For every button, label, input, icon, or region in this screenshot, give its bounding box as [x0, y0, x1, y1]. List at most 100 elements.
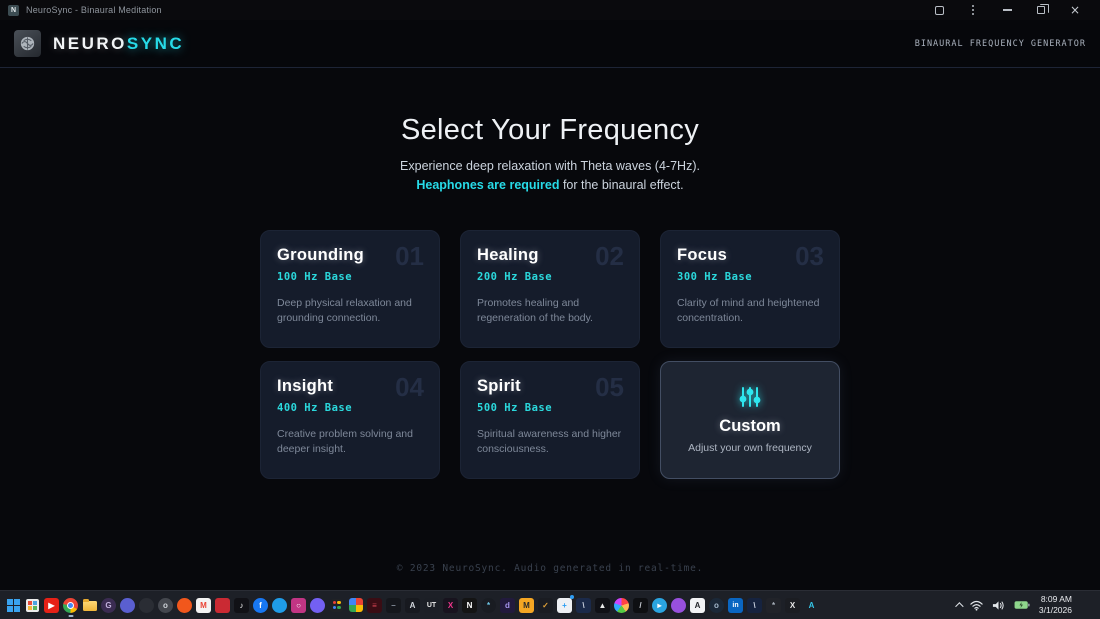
play-dark-app-icon[interactable]: ▲ [595, 597, 610, 613]
ut-app-icon[interactable]: UT [424, 597, 439, 613]
frequency-card-grid: Grounding 01 100 Hz Base Deep physical rela… [260, 229, 840, 479]
gmail-icon[interactable]: M [196, 597, 211, 613]
card-description: Creative problem solving and deeper insi… [277, 427, 413, 455]
card-insight[interactable]: Insight 04 400 Hz Base Creative problem sol… [260, 360, 440, 479]
github-app-icon[interactable] [671, 597, 686, 613]
card-frequency: 300 Hz Base [677, 270, 753, 283]
steam-icon[interactable]: o [709, 597, 724, 613]
card-frequency: 100 Hz Base [277, 270, 353, 283]
brain-logo-icon [14, 30, 41, 57]
pink-x-app-icon[interactable]: X [443, 597, 458, 613]
menu-button[interactable] [956, 0, 990, 20]
dash-dark-app-icon[interactable]: – [386, 597, 401, 613]
adobe-app-icon[interactable] [215, 597, 230, 613]
close-icon: × [1069, 3, 1081, 17]
headphones-required-text: Heaphones are required [416, 178, 560, 193]
telegram-icon[interactable]: ▸ [652, 597, 667, 613]
taskbar: ▶ Go M ♪ f ○ ≡ – A UT X N * d M ✓ + \ ▲ / ▸ Ao in \ * X A 8:09 AM … [0, 590, 1100, 619]
card-frequency: 500 Hz Base [477, 401, 553, 414]
swirl-app-icon[interactable]: * [481, 597, 496, 613]
card-frequency: 200 Hz Base [477, 270, 553, 283]
m-orange-app-icon[interactable]: M [519, 597, 534, 613]
sliders-icon [739, 387, 761, 408]
caret-cyan-app-icon[interactable]: A [804, 598, 819, 613]
card-number: 05 [595, 371, 624, 402]
maximize-button[interactable] [1024, 0, 1058, 20]
pen-app-icon[interactable]: / [633, 597, 648, 613]
taskbar-pinned-icons: ▶ Go M ♪ f ○ ≡ – A UT X N * d M ✓ + \ ▲ / ▸ Ao in \ * X A [6, 594, 819, 617]
viber-icon[interactable] [310, 597, 325, 613]
app-mode-button[interactable] [922, 0, 956, 20]
instagram-icon[interactable]: ○ [291, 597, 306, 613]
volume-icon[interactable] [992, 600, 1005, 611]
card-spirit[interactable]: Spirit 05 500 Hz Base Spiritual awareness a… [460, 360, 640, 479]
clock-date: 3/1/2026 [1038, 605, 1072, 615]
microsoft-store-icon[interactable] [25, 598, 40, 613]
hero-section: Select Your Frequency Experience deep re… [400, 114, 700, 196]
app-icon: N [8, 4, 19, 16]
taskbar-clock[interactable]: 8:09 AM 3/1/2026 [1039, 594, 1072, 615]
camera-app-icon[interactable]: o [158, 597, 173, 613]
window-title: NeuroSync - Binaural Meditation [26, 5, 162, 15]
gog-galaxy-icon[interactable]: G [101, 597, 116, 613]
card-focus[interactable]: Focus 03 300 Hz Base Clarity of mind and he… [660, 229, 840, 348]
x-dark-app-icon[interactable]: X [785, 597, 800, 613]
main-content: Select Your Frequency Experience deep re… [0, 68, 1100, 590]
card-description: Promotes healing and regeneration of the… [477, 296, 593, 324]
close-button[interactable]: × [1058, 0, 1092, 20]
youtube-icon[interactable]: ▶ [44, 597, 59, 613]
messenger-app-icon[interactable] [272, 597, 287, 613]
page-title: Select Your Frequency [400, 114, 700, 146]
minimize-button[interactable] [990, 0, 1024, 20]
palette-app-icon[interactable] [614, 597, 629, 613]
card-healing[interactable]: Healing 02 200 Hz Base Promotes healing and… [460, 229, 640, 348]
custom-card-description: Adjust your own frequency [688, 442, 812, 455]
facebook-icon[interactable]: f [253, 597, 268, 613]
paint-app-icon[interactable]: + [557, 594, 574, 613]
custom-card-title: Custom [719, 417, 781, 436]
system-tray: 8:09 AM 3/1/2026 [955, 594, 1094, 615]
start-button-icon[interactable] [6, 598, 21, 613]
check-app-icon[interactable]: ✓ [538, 597, 553, 613]
linkedin-icon[interactable]: in [728, 597, 743, 613]
minimize-icon [1002, 9, 1012, 11]
card-number: 03 [795, 240, 824, 271]
card-custom[interactable]: Custom Adjust your own frequency [660, 360, 840, 479]
copyright-footer: © 2023 NeuroSync. Audio generated in rea… [396, 562, 704, 574]
notepad-blue-app-icon[interactable]: \ [747, 597, 762, 613]
notion-icon[interactable]: N [462, 597, 477, 613]
battery-icon[interactable] [1014, 600, 1030, 610]
card-description: Deep physical relaxation and grounding c… [277, 296, 412, 324]
google-app-grid-icon[interactable] [329, 598, 344, 613]
brand-accent: SYNC [126, 33, 185, 53]
a-dark-app-icon[interactable]: A [405, 597, 420, 613]
kebab-menu-icon [972, 5, 974, 15]
titlebar: N NeuroSync - Binaural Meditation × [0, 0, 1100, 20]
d-purple-app-icon[interactable]: d [500, 597, 515, 613]
chevron-up-icon[interactable] [955, 602, 964, 611]
a-white-app-icon[interactable]: A [690, 597, 705, 613]
brand-logo: NEUROSYNC [53, 34, 184, 54]
card-grounding[interactable]: Grounding 01 100 Hz Base Deep physical rela… [260, 229, 440, 348]
app-header: NEUROSYNC BINAURAL FREQUENCY GENERATOR [0, 20, 1100, 68]
soundcloud-icon[interactable] [177, 597, 192, 613]
brand-primary: NEURO [53, 33, 127, 53]
notepad-plus-app-icon[interactable]: \ [576, 597, 591, 613]
header-tagline: BINAURAL FREQUENCY GENERATOR [914, 38, 1086, 49]
google-photos-icon[interactable] [348, 598, 363, 613]
file-explorer-icon[interactable] [82, 598, 97, 613]
chrome-icon[interactable] [63, 597, 78, 617]
striped-red-app-icon[interactable]: ≡ [367, 597, 382, 613]
card-number: 02 [595, 240, 624, 271]
wifi-icon[interactable] [970, 600, 983, 611]
tiktok-icon[interactable]: ♪ [234, 597, 249, 613]
card-number: 01 [395, 240, 424, 271]
discord-icon[interactable] [120, 597, 135, 613]
gear-app-icon[interactable]: * [766, 597, 781, 613]
restore-icon [1037, 4, 1049, 14]
clock-time: 8:09 AM [1040, 594, 1072, 605]
subtitle-line1: Experience deep relaxation with Theta wa… [400, 159, 700, 173]
dark-circle-app-icon[interactable] [139, 597, 154, 613]
card-description: Spiritual awareness and higher conscious… [477, 427, 622, 455]
hero-subtitle: Experience deep relaxation with Theta wa… [400, 157, 700, 196]
